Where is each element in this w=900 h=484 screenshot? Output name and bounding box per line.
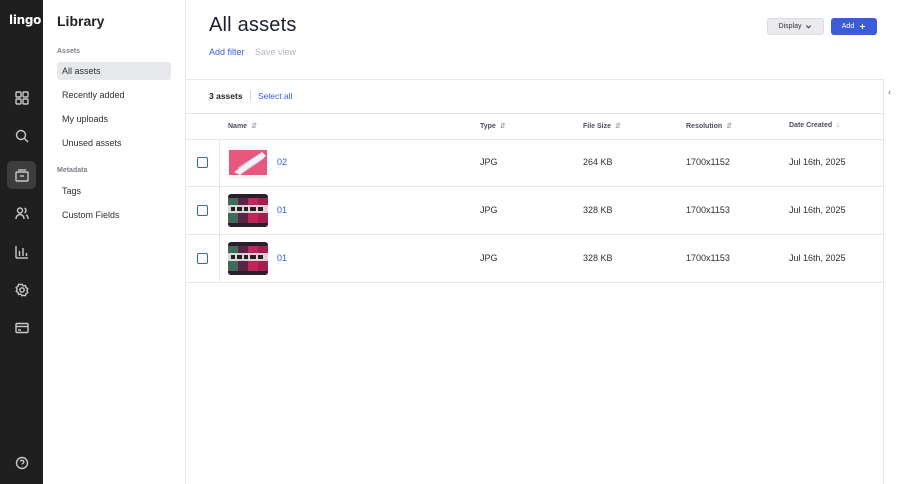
divider [186, 79, 884, 80]
asset-type: JPG [480, 205, 498, 215]
add-button-label: Add [841, 23, 855, 30]
display-button[interactable]: Display [767, 18, 824, 35]
dashboard-icon[interactable] [7, 84, 36, 112]
asset-file-size: 328 KB [583, 205, 613, 215]
sort-icon: ⇵ [499, 123, 506, 130]
sort-desc-icon: ↓ [836, 122, 840, 129]
column-header-label: Date Created [789, 122, 833, 129]
asset-type: JPG [480, 157, 498, 167]
chevron-left-icon[interactable]: ‹ [888, 87, 891, 97]
asset-date-created: Jul 16th, 2025 [789, 253, 846, 263]
select-all-link[interactable]: Select all [258, 91, 293, 101]
column-header-label: Resolution [686, 122, 723, 130]
search-icon[interactable] [7, 122, 36, 150]
app-rail: lingo [0, 0, 43, 484]
sidebar-item-unused-assets[interactable]: Unused assets [57, 134, 171, 152]
row-checkbox[interactable] [197, 205, 208, 216]
sidebar-item-my-uploads[interactable]: My uploads [57, 110, 171, 128]
library-title: Library [57, 13, 105, 29]
sidebar-item-custom-fields[interactable]: Custom Fields [57, 206, 171, 224]
asset-file-size: 264 KB [583, 157, 613, 167]
asset-thumbnail[interactable] [228, 242, 268, 275]
asset-resolution: 1700x1152 [686, 157, 730, 167]
asset-thumbnail[interactable] [228, 194, 268, 227]
column-header-name[interactable]: Name ⇵ [228, 122, 257, 131]
billing-icon[interactable] [7, 314, 36, 342]
column-header-type[interactable]: Type ⇵ [480, 122, 506, 131]
column-header-label: Name [228, 122, 248, 130]
column-header-date-created[interactable]: Date Created ↓ [789, 122, 840, 129]
table-row[interactable]: 02 JPG 264 KB 1700x1152 Jul 16th, 2025 [186, 139, 884, 187]
help-icon[interactable] [7, 449, 36, 477]
sidebar-item-recently-added[interactable]: Recently added [57, 86, 171, 104]
table-row[interactable]: 01 JPG 328 KB 1700x1153 Jul 16th, 2025 [186, 187, 884, 235]
sort-icon: ⇵ [615, 123, 621, 130]
divider [186, 113, 884, 114]
asset-date-created: Jul 16th, 2025 [789, 157, 846, 167]
sort-icon: ⇵ [726, 123, 733, 130]
divider [250, 90, 251, 101]
asset-thumbnail[interactable] [228, 146, 268, 179]
asset-name-link[interactable]: 02 [277, 157, 287, 167]
library-icon[interactable] [7, 161, 36, 189]
users-icon[interactable] [7, 199, 36, 227]
add-filter-link[interactable]: Add filter [209, 47, 245, 57]
save-view-link[interactable]: Save view [255, 47, 296, 57]
asset-resolution: 1700x1153 [686, 205, 730, 215]
column-header-label: File Size [583, 122, 612, 130]
asset-name-link[interactable]: 01 [277, 205, 287, 215]
metadata-section-label: Metadata [57, 167, 88, 174]
row-checkbox[interactable] [197, 157, 208, 168]
sidebar-item-all-assets[interactable]: All assets [57, 62, 171, 80]
plus-icon [860, 23, 866, 30]
asset-file-size: 328 KB [583, 253, 613, 263]
asset-date-created: Jul 16th, 2025 [789, 205, 846, 215]
column-header-file-size[interactable]: File Size ⇵ [583, 122, 621, 131]
asset-type: JPG [480, 253, 498, 263]
column-header-label: Type [480, 122, 496, 130]
sort-icon: ⇵ [251, 123, 257, 130]
asset-resolution: 1700x1153 [686, 253, 730, 263]
main-content: All assets Display Add Add filter Save v… [186, 0, 900, 484]
sidebar-item-tags[interactable]: Tags [57, 182, 171, 200]
page-title: All assets [209, 14, 297, 36]
add-button[interactable]: Add [831, 18, 877, 35]
library-panel: Library Assets All assets Recently added… [43, 0, 186, 484]
analytics-icon[interactable] [7, 238, 36, 266]
table-row[interactable]: 01 JPG 328 KB 1700x1153 Jul 16th, 2025 [186, 235, 884, 283]
settings-icon[interactable] [7, 276, 36, 304]
chevron-down-icon [806, 25, 812, 29]
row-checkbox[interactable] [197, 253, 208, 264]
column-header-resolution[interactable]: Resolution ⇵ [686, 122, 733, 131]
asset-name-link[interactable]: 01 [277, 253, 287, 263]
display-button-label: Display [778, 23, 802, 30]
lingo-logo[interactable]: lingo [9, 13, 41, 27]
assets-section-label: Assets [57, 48, 80, 55]
asset-count: 3 assets [209, 91, 243, 101]
